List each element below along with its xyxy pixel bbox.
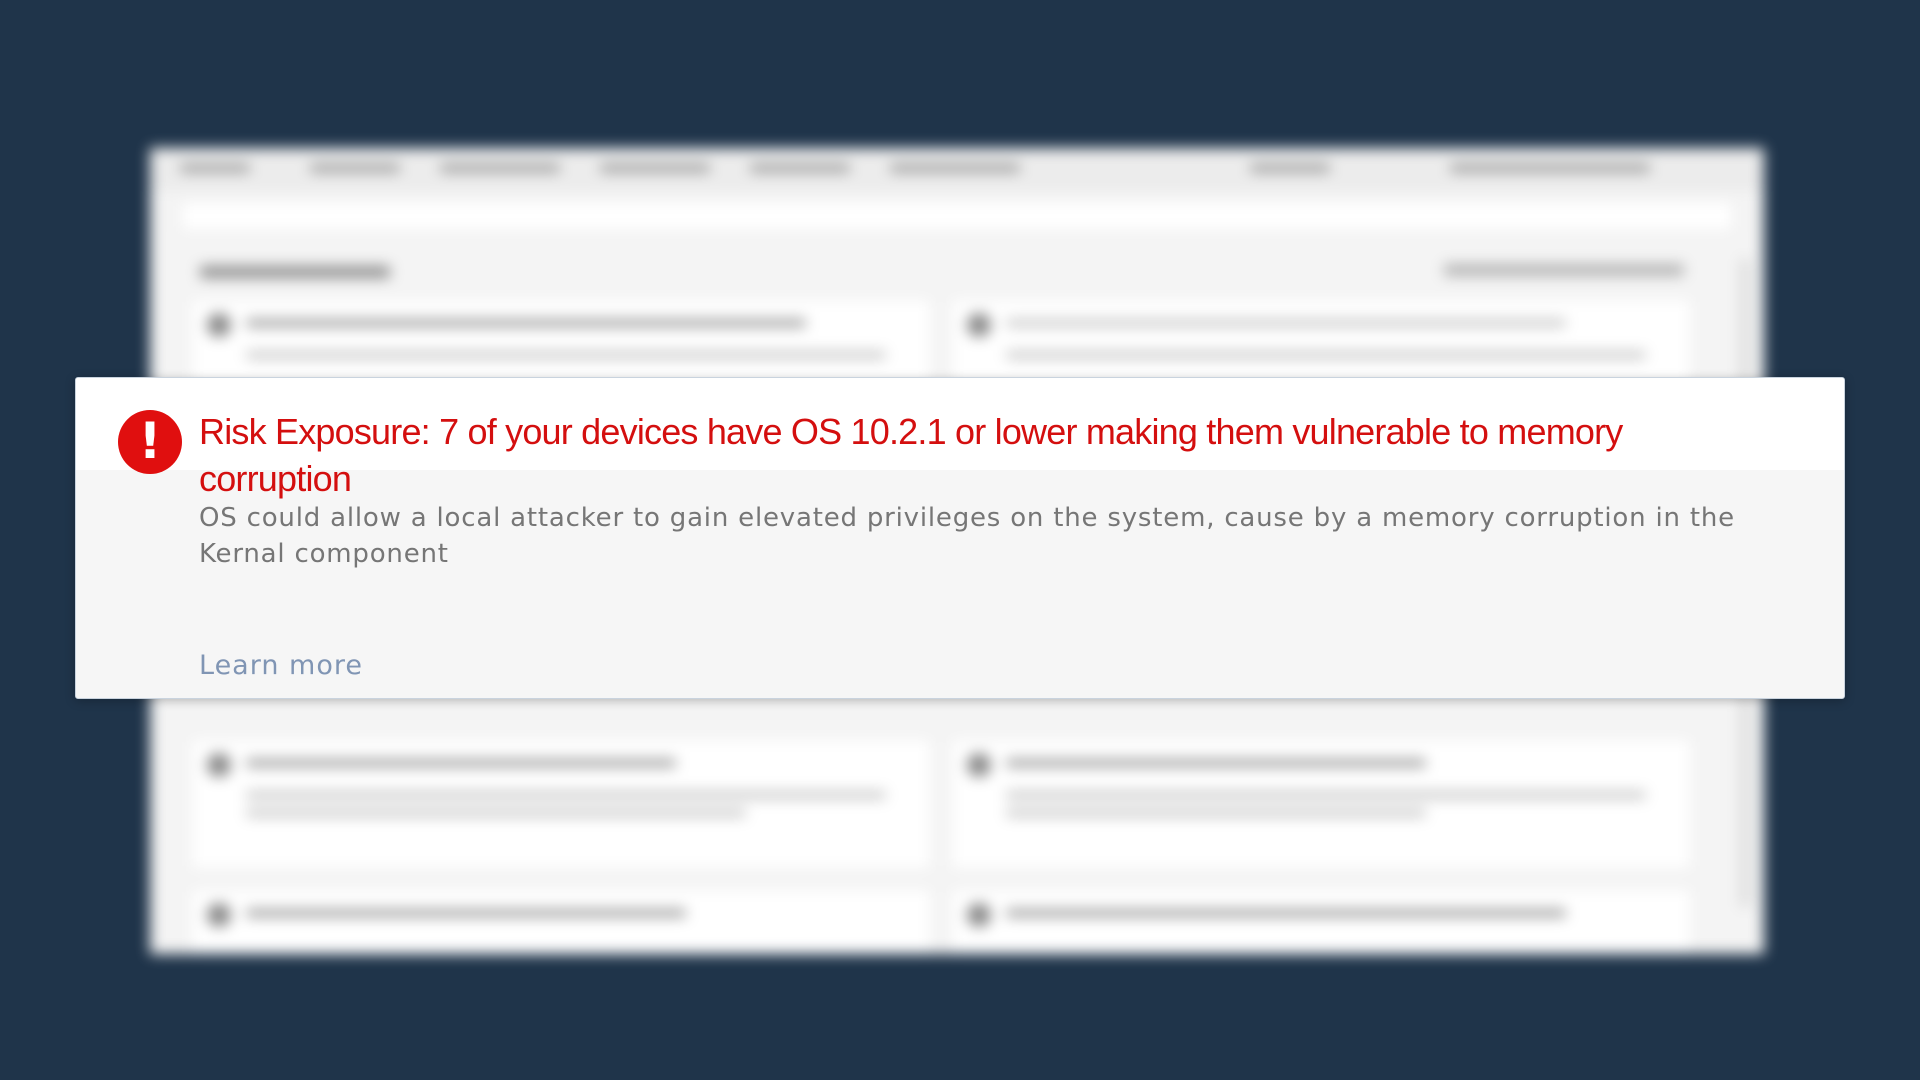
alert-description: OS could allow a local attacker to gain … xyxy=(199,503,1735,569)
background-card xyxy=(950,738,1692,870)
background-heading xyxy=(200,266,390,278)
risk-alert-panel: ! Risk Exposure: 7 of your devices have … xyxy=(75,377,1845,699)
background-card xyxy=(190,738,932,870)
background-card xyxy=(950,888,1692,954)
stage: ! Risk Exposure: 7 of your devices have … xyxy=(0,0,1920,1080)
alert-title: Risk Exposure: 7 of your devices have OS… xyxy=(199,411,1623,499)
exclamation-glyph: ! xyxy=(138,412,162,470)
background-search-bar xyxy=(180,200,1734,232)
background-toolbar xyxy=(150,148,1764,189)
background-controls xyxy=(1444,264,1684,276)
exclamation-icon: ! xyxy=(118,410,182,474)
learn-more-link[interactable]: Learn more xyxy=(199,650,363,681)
background-card xyxy=(190,888,932,954)
